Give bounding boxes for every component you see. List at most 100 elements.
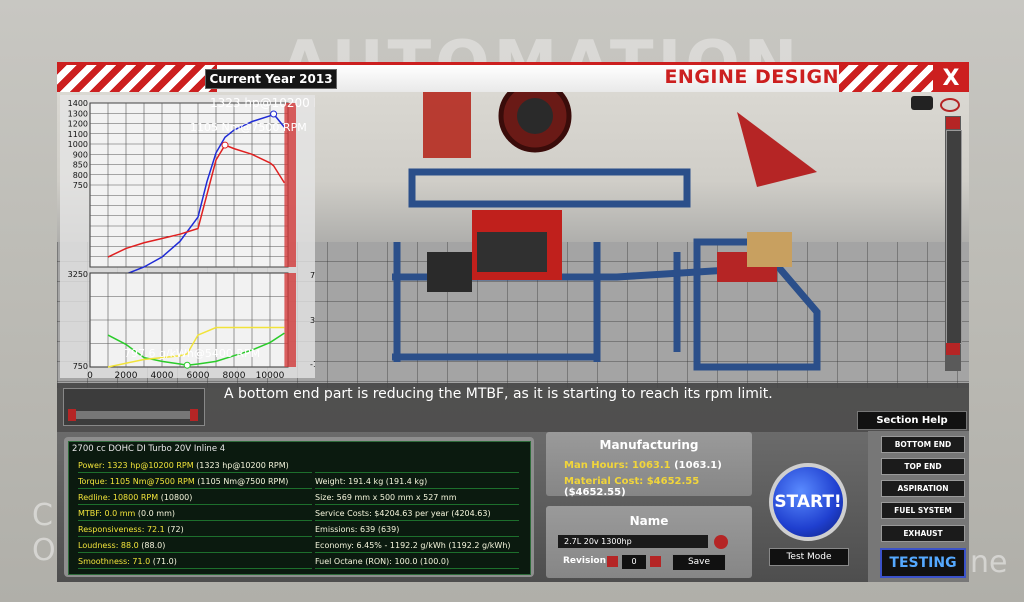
status-message: A bottom end part is reducing the MTBF, … <box>224 386 773 402</box>
top-chart-ytick-label: 1100 <box>68 130 88 139</box>
screen-title: ENGINE DESIGN <box>664 66 839 88</box>
revision-label: Revision <box>563 556 607 566</box>
stat-row-right-0 <box>315 459 519 473</box>
title-stripes-right <box>839 65 933 92</box>
manufacturing-panel: Manufacturing Man Hours: 1063.1 (1063.1)… <box>546 432 752 498</box>
stat-value: (191.4 kg) <box>383 477 428 486</box>
bottom-chart-ytick-label: 750 <box>73 362 88 371</box>
section-help-button[interactable]: Section Help <box>857 411 967 430</box>
background-text-right: ne <box>970 545 1008 580</box>
eye-icon[interactable] <box>940 98 960 112</box>
stat-row-left-0: Power: 1323 hp@10200 RPM (1323 hp@10200 … <box>78 459 312 473</box>
performance-chart-panel: 1400 1300 1200 1100 1000 900 850 800 750 1323 hp@… <box>60 95 340 381</box>
stat-row-right-6: Fuel Octane (RON): 100.0 (100.0) <box>315 555 519 569</box>
test-mode-button[interactable]: Test Mode <box>769 548 849 566</box>
scroll-down-arrow-icon[interactable] <box>946 343 960 355</box>
revision-decrement-icon[interactable] <box>607 556 618 567</box>
manufacturing-title: Manufacturing <box>599 438 699 452</box>
bottom-chart-ytick-label: 3250 <box>68 270 88 279</box>
fan-hub <box>517 98 553 134</box>
bottom-chart-xtick-label: 8000 <box>223 371 246 378</box>
bottom-chart-right-tick-label: 3.0 <box>310 316 315 325</box>
stat-value: (100.0) <box>417 557 450 566</box>
stat-label: Responsiveness: 72.1 <box>78 525 165 534</box>
section-exhaust-button[interactable]: EXHAUST <box>881 525 965 542</box>
section-bottom-end-button[interactable]: BOTTOM END <box>881 436 965 453</box>
torque-peak-marker <box>221 141 229 149</box>
section-aspiration-button[interactable]: ASPIRATION <box>881 480 965 497</box>
stat-row-right-5: Economy: 6.45% - 1192.2 g/kWh (1192.2 g/… <box>315 539 519 553</box>
stat-label: Fuel Octane (RON): 100.0 <box>315 557 418 566</box>
section-fuel-system-button[interactable]: FUEL SYSTEM <box>881 502 965 519</box>
slider-right-arrow-icon[interactable] <box>190 409 198 421</box>
stat-value: (1192.2 g/kWh) <box>445 541 511 550</box>
stat-label: Loudness: 88.0 <box>78 541 139 550</box>
engine-name-field[interactable]: 2.7L 20v 1300hp <box>558 535 708 548</box>
name-title: Name <box>629 514 669 528</box>
power-peak-marker <box>270 110 278 118</box>
title-bar: Current Year 2013 ENGINE DESIGN X <box>57 62 969 92</box>
revision-increment-icon[interactable] <box>650 556 661 567</box>
view-slider-track[interactable] <box>70 411 198 419</box>
stat-label: Emissions: 639 <box>315 525 376 534</box>
performance-charts: 140013001200110010009008508007501323 hp@… <box>68 96 340 381</box>
top-chart-ytick-label: 1400 <box>68 99 88 108</box>
engine-description: 2700 cc DOHC DI Turbo 20V Inline 4 <box>72 444 226 454</box>
turbo-assembly <box>427 252 472 292</box>
bottom-chart-right-tick-label: -1.0 <box>310 360 315 369</box>
bottom-chart-xtick-label: 4000 <box>151 371 174 378</box>
stat-label: Smoothness: 71.0 <box>78 557 151 566</box>
stat-row-left-3: MTBF: 0.0 mm (0.0 mm) <box>78 507 312 521</box>
zoom-scroll-thumb[interactable] <box>946 130 962 344</box>
bottom-chart-xtick-label: 10000 <box>256 371 285 378</box>
stat-row-left-5: Loudness: 88.0 (88.0) <box>78 539 312 553</box>
stat-label: Service Costs: $4204.63 per year <box>315 509 449 518</box>
engine-stand <box>737 112 817 187</box>
stat-value: (4204.63) <box>448 509 491 518</box>
top-chart-ytick-label: 800 <box>73 171 88 180</box>
efficiency-min-marker <box>183 361 191 369</box>
engine-lower <box>477 232 547 272</box>
stat-label: Size: 569 mm x 500 mm x 527 mm <box>315 493 457 502</box>
material-cost: Material Cost: $4652.55 ($4652.55) <box>564 476 752 498</box>
scroll-up-arrow-icon[interactable] <box>946 117 960 129</box>
start-button[interactable]: START! <box>769 463 847 541</box>
torque-peak-annotation: 1105 Nm@7500 RPM <box>190 121 307 134</box>
top-chart-ytick-label: 1200 <box>68 120 88 129</box>
stat-label: Torque: 1105 Nm@7500 RPM <box>78 477 195 486</box>
bottom-chart-right-tick-label: 7.0 <box>310 271 315 280</box>
stat-value: (88.0) <box>138 541 166 550</box>
stat-label: Economy: 6.45% - 1192.2 g/kWh <box>315 541 446 550</box>
close-button[interactable]: X <box>933 65 969 92</box>
stat-row-right-4: Emissions: 639 (639) <box>315 523 519 537</box>
stat-row-left-4: Responsiveness: 72.1 (72) <box>78 523 312 537</box>
save-button[interactable]: Save <box>672 554 726 571</box>
stat-row-left-2: Redline: 10800 RPM (10800) <box>78 491 312 505</box>
bottom-chart-xtick-label: 0 <box>87 371 93 378</box>
man-hours-label: Man Hours: 1063.1 <box>564 460 671 471</box>
title-stripes-left <box>57 65 217 92</box>
bottom-chart-xtick-label: 6000 <box>187 371 210 378</box>
view-slider[interactable] <box>63 388 205 426</box>
slider-left-arrow-icon[interactable] <box>68 409 76 421</box>
top-chart-ytick-label: 750 <box>73 181 88 190</box>
stat-value: (1105 Nm@7500 RPM) <box>194 477 289 486</box>
stat-value: (639) <box>375 525 400 534</box>
camera-icon[interactable] <box>911 96 933 110</box>
top-chart-ytick-label: 900 <box>73 150 88 159</box>
testing-button[interactable]: TESTING <box>880 548 966 578</box>
current-year-label: Current Year 2013 <box>205 69 337 89</box>
stat-value: (0.0 mm) <box>135 509 175 518</box>
stat-label: MTBF: 0.0 mm <box>78 509 136 518</box>
top-chart-ytick-label: 1000 <box>68 140 88 149</box>
stat-label: Power: 1323 hp@10200 RPM <box>78 461 194 470</box>
man-hours: Man Hours: 1063.1 (1063.1) <box>564 460 722 471</box>
material-cost-label: Material Cost: $4652.55 <box>564 476 700 487</box>
section-top-end-button[interactable]: TOP END <box>881 458 965 475</box>
stat-label: Redline: 10800 RPM <box>78 493 159 502</box>
stat-row-right-1: Weight: 191.4 kg (191.4 kg) <box>315 475 519 489</box>
background-text-left: CO <box>32 498 56 568</box>
rename-icon[interactable] <box>714 535 728 549</box>
stat-row-right-3: Service Costs: $4204.63 per year (4204.6… <box>315 507 519 521</box>
man-hours-value: (1063.1) <box>670 460 722 471</box>
